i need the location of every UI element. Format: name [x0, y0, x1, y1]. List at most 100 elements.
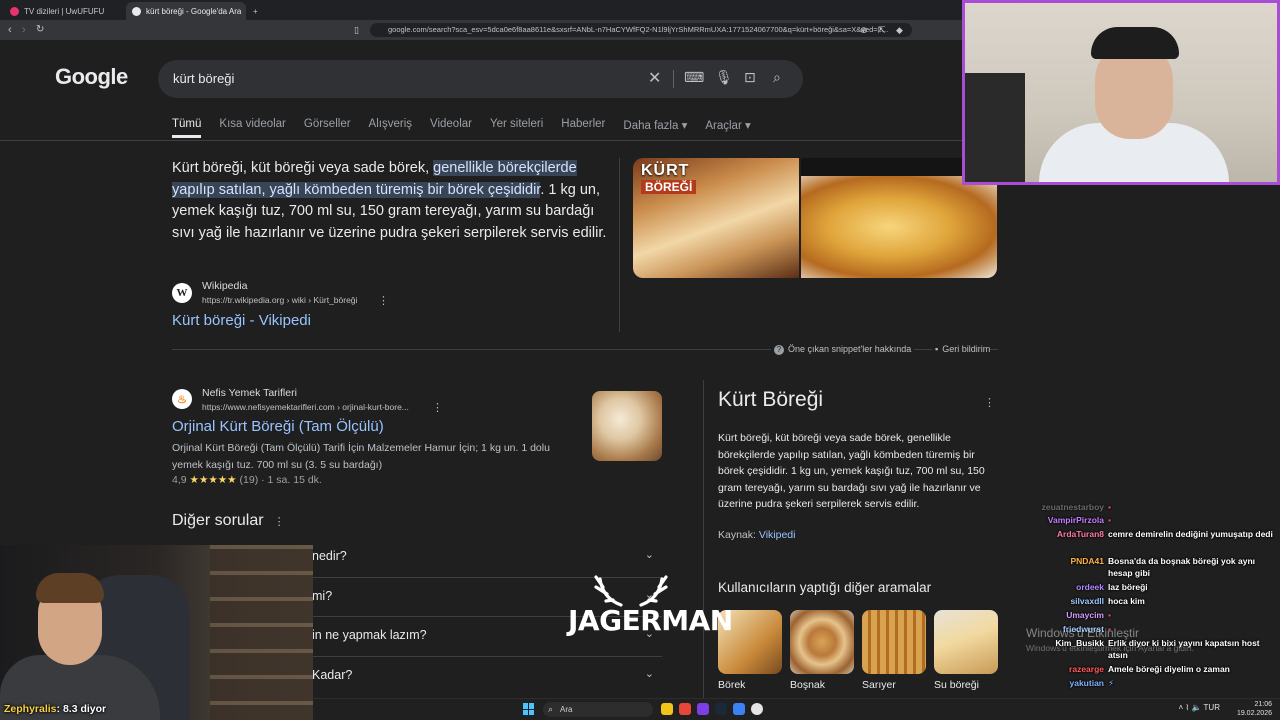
clear-search-icon[interactable]: ✕: [648, 68, 661, 88]
image-caption-kurt: KÜRT: [641, 162, 690, 179]
image-caption-boregi: BÖREĞİ: [641, 180, 697, 194]
taskbar-clock[interactable]: 21:06 19.02.2026: [1237, 700, 1272, 718]
google-logo[interactable]: Google: [55, 64, 128, 90]
zoom-icon[interactable]: ⊕: [860, 23, 868, 37]
featured-snippet-text: Kürt böreği, küt böreği veya sade börek,…: [172, 158, 612, 244]
file-explorer-icon[interactable]: [661, 703, 673, 715]
windows-taskbar: ⌕ Ara ˄ ⌇ 🔈 TUR 21:06 19.02.2026: [313, 698, 1280, 720]
person-cap: [1091, 27, 1179, 59]
windows-activation-subtext: Windows'u etkinleştirmek için Ayarlar'a …: [1026, 643, 1194, 653]
tab-tools[interactable]: Araçlar ▾: [705, 118, 750, 138]
search-box[interactable]: kürt böreği ✕ ⌨ 🎙 ⊡ ⌕: [158, 60, 803, 98]
related-label[interactable]: Su böreği: [934, 679, 979, 691]
chat-username: PNDA41: [1070, 556, 1104, 566]
snippet-source-url[interactable]: https://tr.wikipedia.org › wiki › Kürt_b…: [202, 295, 357, 305]
result2-site-url[interactable]: https://www.nefisyemektarifleri.com › or…: [202, 402, 409, 412]
streaming-app-icon[interactable]: [697, 703, 709, 715]
tab-title: TV dizileri | UwUFUFU: [24, 6, 105, 16]
browser-tab-google-search[interactable]: kürt böreği - Google'da Ara ✕: [126, 2, 246, 20]
result2-site-name[interactable]: Nefis Yemek Tarifleri: [202, 387, 297, 399]
clock-time: 21:06: [1254, 701, 1272, 708]
chat-text: hoca kim: [1108, 596, 1145, 606]
emote-icon: ⚡: [1108, 678, 1114, 688]
system-tray[interactable]: ˄ ⌇ 🔈 TUR: [1178, 703, 1220, 712]
chat-username: Umaycim: [1066, 610, 1104, 620]
knowledge-panel-source: Kaynak: Vikipedi: [718, 529, 795, 541]
related-image-sariyer[interactable]: [862, 610, 926, 674]
back-arrow-icon[interactable]: ‹: [8, 23, 12, 37]
result2-title[interactable]: Orjinal Kürt Böreği (Tam Ölçülü): [172, 418, 384, 435]
tab-favicon-icon: [10, 6, 19, 16]
tab-videos[interactable]: Videolar: [430, 118, 472, 138]
feedback-link[interactable]: ▪ Geri bildirim: [932, 344, 991, 354]
result2-rating: 4,9 ★★★★★ (19) · 1 sa. 15 dk.: [172, 474, 322, 486]
search-input[interactable]: kürt böreği: [173, 71, 234, 86]
tab-title: kürt böreği - Google'da Ara: [146, 6, 242, 16]
related-label[interactable]: Boşnak: [790, 679, 825, 691]
cook-duration: · 1 sa. 15 dk.: [261, 474, 322, 486]
more-options-icon[interactable]: ⋮: [432, 401, 443, 414]
search-box-divider: [673, 70, 674, 88]
browser-app-icon[interactable]: [679, 703, 691, 715]
snippet-source-name[interactable]: Wikipedia: [202, 280, 248, 292]
streamer-rating-overlay: Zephyralis: 8.3 diyor: [4, 703, 106, 715]
forward-arrow-icon[interactable]: ›: [22, 23, 26, 37]
source-link[interactable]: Vikipedi: [759, 529, 796, 541]
more-options-icon[interactable]: ⋮: [378, 294, 389, 307]
chat-username: VampirPirzola: [1047, 515, 1104, 525]
feedback-icon: ▪: [935, 344, 939, 354]
webcam-streamer-left: [0, 545, 313, 720]
rating-count: (19): [239, 474, 259, 486]
search-icon[interactable]: ⌕: [773, 69, 781, 86]
language-indicator[interactable]: TUR: [1204, 703, 1220, 712]
related-image-bosnak[interactable]: [790, 610, 854, 674]
more-options-icon[interactable]: ⋮: [274, 516, 285, 528]
more-options-icon[interactable]: ⋮: [984, 396, 995, 409]
snippet-text-start: Kürt böreği, küt böreği veya sade börek,: [172, 160, 434, 176]
snippet-image-1[interactable]: KÜRT BÖREĞİ: [633, 158, 799, 278]
bookmark-icon[interactable]: ▯: [354, 23, 359, 37]
knowledge-panel-title: Kürt Böreği: [718, 388, 824, 411]
source-label: Kaynak:: [718, 529, 756, 541]
streamer-rating: : 8.3 diyor: [56, 703, 107, 715]
chat-message: ArdaTuran8 cemre demirelin dediğini yumuş…: [1000, 528, 1280, 554]
related-image-su-boregi[interactable]: [934, 610, 998, 674]
streamer-name: Zephyralis: [4, 703, 57, 715]
new-tab-button[interactable]: +: [250, 2, 264, 20]
header-divider: [0, 140, 1000, 141]
chrome-icon[interactable]: [751, 703, 763, 715]
related-searches-title: Kullanıcıların yaptığı diğer aramalar: [718, 580, 932, 595]
microphone-icon[interactable]: 🎙: [715, 69, 733, 86]
windows-start-icon[interactable]: [523, 703, 535, 715]
paa-title-text: Diğer sorular: [172, 512, 264, 529]
tab-more[interactable]: Daha fazla ▾: [623, 118, 687, 138]
tab-places[interactable]: Yer siteleri: [490, 118, 543, 138]
snippet-result-title[interactable]: Kürt böreği - Vikipedi: [172, 312, 311, 329]
tab-shopping[interactable]: Alışveriş: [369, 118, 412, 138]
chat-text: Amele böreği diyelim o zaman: [1108, 664, 1230, 674]
lens-camera-icon[interactable]: ⊡: [744, 69, 756, 86]
app-icon[interactable]: [733, 703, 745, 715]
url-text: google.com/search?sca_esv=5dca0e6f8aa861…: [388, 25, 889, 34]
extension-icon[interactable]: ◆: [896, 23, 903, 37]
keyboard-icon[interactable]: ⌨: [684, 69, 704, 86]
reload-icon[interactable]: ↻: [36, 23, 44, 37]
related-label[interactable]: Sarıyer: [862, 679, 896, 691]
result2-description: Orjinal Kürt Böreği (Tam Ölçülü) Tarifi …: [172, 442, 550, 471]
taskbar-search[interactable]: ⌕ Ara: [543, 702, 653, 717]
tab-news[interactable]: Haberler: [561, 118, 605, 138]
wifi-icon: ⌇: [1185, 703, 1190, 712]
emote-icon: ▪: [1108, 610, 1112, 620]
tab-short-videos[interactable]: Kısa videolar: [219, 118, 285, 138]
snippet-about-link[interactable]: ? Öne çıkan snippet'ler hakkında: [771, 344, 915, 355]
result2-thumbnail[interactable]: [592, 391, 662, 461]
tab-all[interactable]: Tümü: [172, 118, 202, 138]
steam-icon[interactable]: [715, 703, 727, 715]
share-icon[interactable]: ⇱: [878, 23, 886, 37]
related-label[interactable]: Börek: [718, 679, 745, 691]
tab-images[interactable]: Görseller: [304, 118, 351, 138]
background-shelf: [965, 73, 1025, 182]
address-bar[interactable]: google.com/search?sca_esv=5dca0e6f8aa861…: [370, 23, 912, 37]
chat-text: Bosna'da da boşnak böreği yok aynı hesap…: [1108, 556, 1256, 578]
browser-tab-uwufufu[interactable]: TV dizileri | UwUFUFU: [4, 2, 122, 20]
